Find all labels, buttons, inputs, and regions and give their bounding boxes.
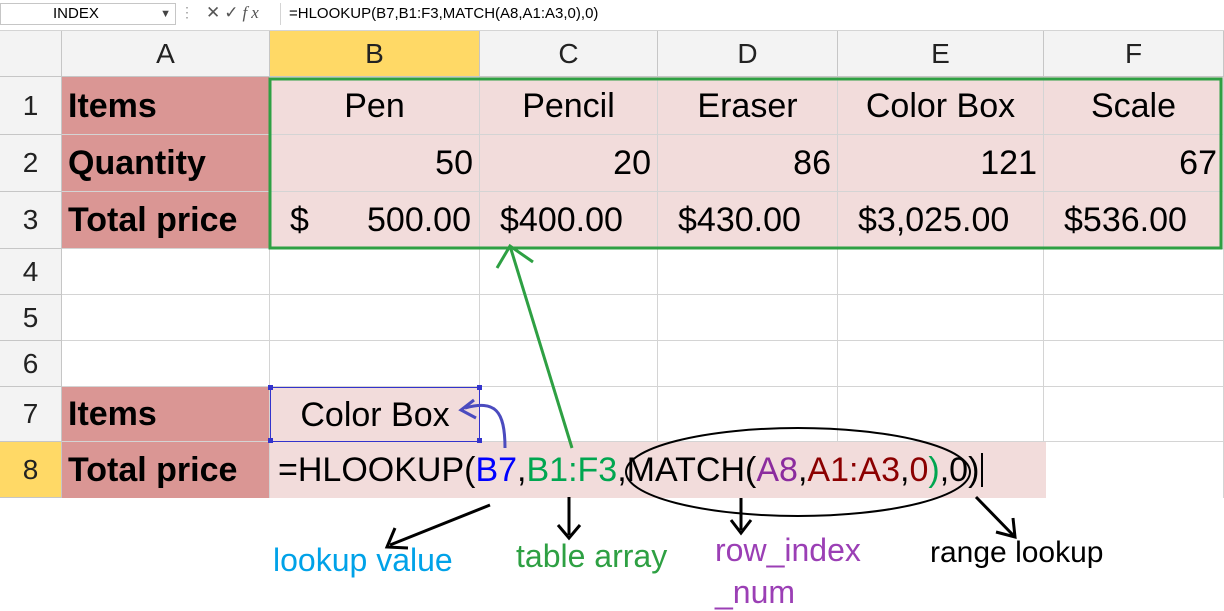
row-header-7[interactable]: 7 <box>0 387 62 442</box>
ref-b1-f3: B1:F3 <box>526 450 618 489</box>
lookup-items-label[interactable]: Items <box>62 387 270 442</box>
price-color-box[interactable]: $3,025.00 <box>838 192 1044 249</box>
row-header-5[interactable]: 5 <box>0 295 62 341</box>
cell-d5[interactable] <box>658 295 838 341</box>
ref-b7: B7 <box>475 450 518 489</box>
currency-symbol: $ <box>858 201 877 239</box>
column-header-c[interactable]: C <box>480 31 658 77</box>
price-eraser[interactable]: $430.00 <box>658 192 838 249</box>
item-scale[interactable]: Scale <box>1044 77 1224 135</box>
cell-e4[interactable] <box>838 249 1044 295</box>
column-header-a[interactable]: A <box>62 31 270 77</box>
price-pencil[interactable]: $400.00 <box>480 192 658 249</box>
cell-c5[interactable] <box>480 295 658 341</box>
currency-symbol: $ <box>500 201 519 239</box>
formula-part: ,MATCH( <box>617 450 757 489</box>
label-total-price[interactable]: Total price <box>62 192 270 249</box>
cell-f5[interactable] <box>1044 295 1224 341</box>
ref-a8: A8 <box>756 450 798 489</box>
cell-a6[interactable] <box>62 341 270 387</box>
spreadsheet-grid: A B C D E F 1 2 3 4 5 6 7 8 Items Pen Pe… <box>0 0 1224 607</box>
cell-f8[interactable] <box>1044 442 1224 498</box>
currency-symbol: $ <box>290 201 309 239</box>
item-color-box[interactable]: Color Box <box>838 77 1044 135</box>
cell-e6[interactable] <box>838 341 1044 387</box>
column-header-e[interactable]: E <box>838 31 1044 77</box>
match-type: 0 <box>909 450 929 489</box>
row-header-8[interactable]: 8 <box>0 442 62 498</box>
cell-a5[interactable] <box>62 295 270 341</box>
text-cursor <box>981 453 984 487</box>
item-eraser[interactable]: Eraser <box>658 77 838 135</box>
cell-b4[interactable] <box>270 249 480 295</box>
cell-e5[interactable] <box>838 295 1044 341</box>
ref-a1-a3: A1:A3 <box>807 450 901 489</box>
formula-part: , <box>900 450 910 489</box>
cell-a4[interactable] <box>62 249 270 295</box>
price-value: 430.00 <box>696 201 801 239</box>
price-value: 3,025.00 <box>876 201 1010 239</box>
row-index-label-line1: row_index <box>715 532 861 568</box>
paren: ) <box>928 450 940 489</box>
lookup-value-label: lookup value <box>273 542 453 578</box>
row-header-4[interactable]: 4 <box>0 249 62 295</box>
label-items[interactable]: Items <box>62 77 270 135</box>
cell-b6[interactable] <box>270 341 480 387</box>
column-header-f[interactable]: F <box>1044 31 1224 77</box>
cell-b5[interactable] <box>270 295 480 341</box>
price-pen[interactable]: $500.00 <box>270 192 480 249</box>
cell-d7[interactable] <box>658 387 838 442</box>
row-header-6[interactable]: 6 <box>0 341 62 387</box>
quantity-pencil[interactable]: 20 <box>480 135 658 192</box>
price-value: 536.00 <box>1082 201 1187 239</box>
formula-part: ,0) <box>939 450 980 489</box>
lookup-value-cell[interactable]: Color Box <box>270 387 480 442</box>
cell-d6[interactable] <box>658 341 838 387</box>
cell-f6[interactable] <box>1044 341 1224 387</box>
row-index-label-line2: _num <box>715 574 796 610</box>
item-pen[interactable]: Pen <box>270 77 480 135</box>
formula-part: , <box>517 450 527 489</box>
range-lookup-label: range lookup <box>930 536 1104 569</box>
label-quantity[interactable]: Quantity <box>62 135 270 192</box>
row-header-3[interactable]: 3 <box>0 192 62 249</box>
quantity-pen[interactable]: 50 <box>270 135 480 192</box>
select-all-corner[interactable] <box>0 31 62 77</box>
price-value: 400.00 <box>518 201 623 239</box>
lookup-total-label[interactable]: Total price <box>62 442 270 498</box>
formula-part: =HLOOKUP( <box>278 450 476 489</box>
cell-d4[interactable] <box>658 249 838 295</box>
formula-cell-b8[interactable]: =HLOOKUP(B7, B1:F3 ,MATCH(A8, A1:A3, 0) ,0) <box>270 442 1046 498</box>
cell-c6[interactable] <box>480 341 658 387</box>
cell-c4[interactable] <box>480 249 658 295</box>
cell-c7[interactable] <box>480 387 658 442</box>
row-header-1[interactable]: 1 <box>0 77 62 135</box>
column-header-d[interactable]: D <box>658 31 838 77</box>
price-value: 500.00 <box>367 201 471 239</box>
formula-part: , <box>797 450 808 489</box>
price-scale[interactable]: $536.00 <box>1044 192 1224 249</box>
row-header-2[interactable]: 2 <box>0 135 62 192</box>
cell-f7[interactable] <box>1044 387 1224 442</box>
cell-e7[interactable] <box>838 387 1044 442</box>
table-array-label: table array <box>516 538 668 574</box>
column-header-b[interactable]: B <box>270 31 480 77</box>
quantity-color-box[interactable]: 121 <box>838 135 1044 192</box>
quantity-eraser[interactable]: 86 <box>658 135 838 192</box>
item-pencil[interactable]: Pencil <box>480 77 658 135</box>
cell-f4[interactable] <box>1044 249 1224 295</box>
currency-symbol: $ <box>678 201 697 239</box>
currency-symbol: $ <box>1064 201 1083 239</box>
quantity-scale[interactable]: 67 <box>1044 135 1224 192</box>
